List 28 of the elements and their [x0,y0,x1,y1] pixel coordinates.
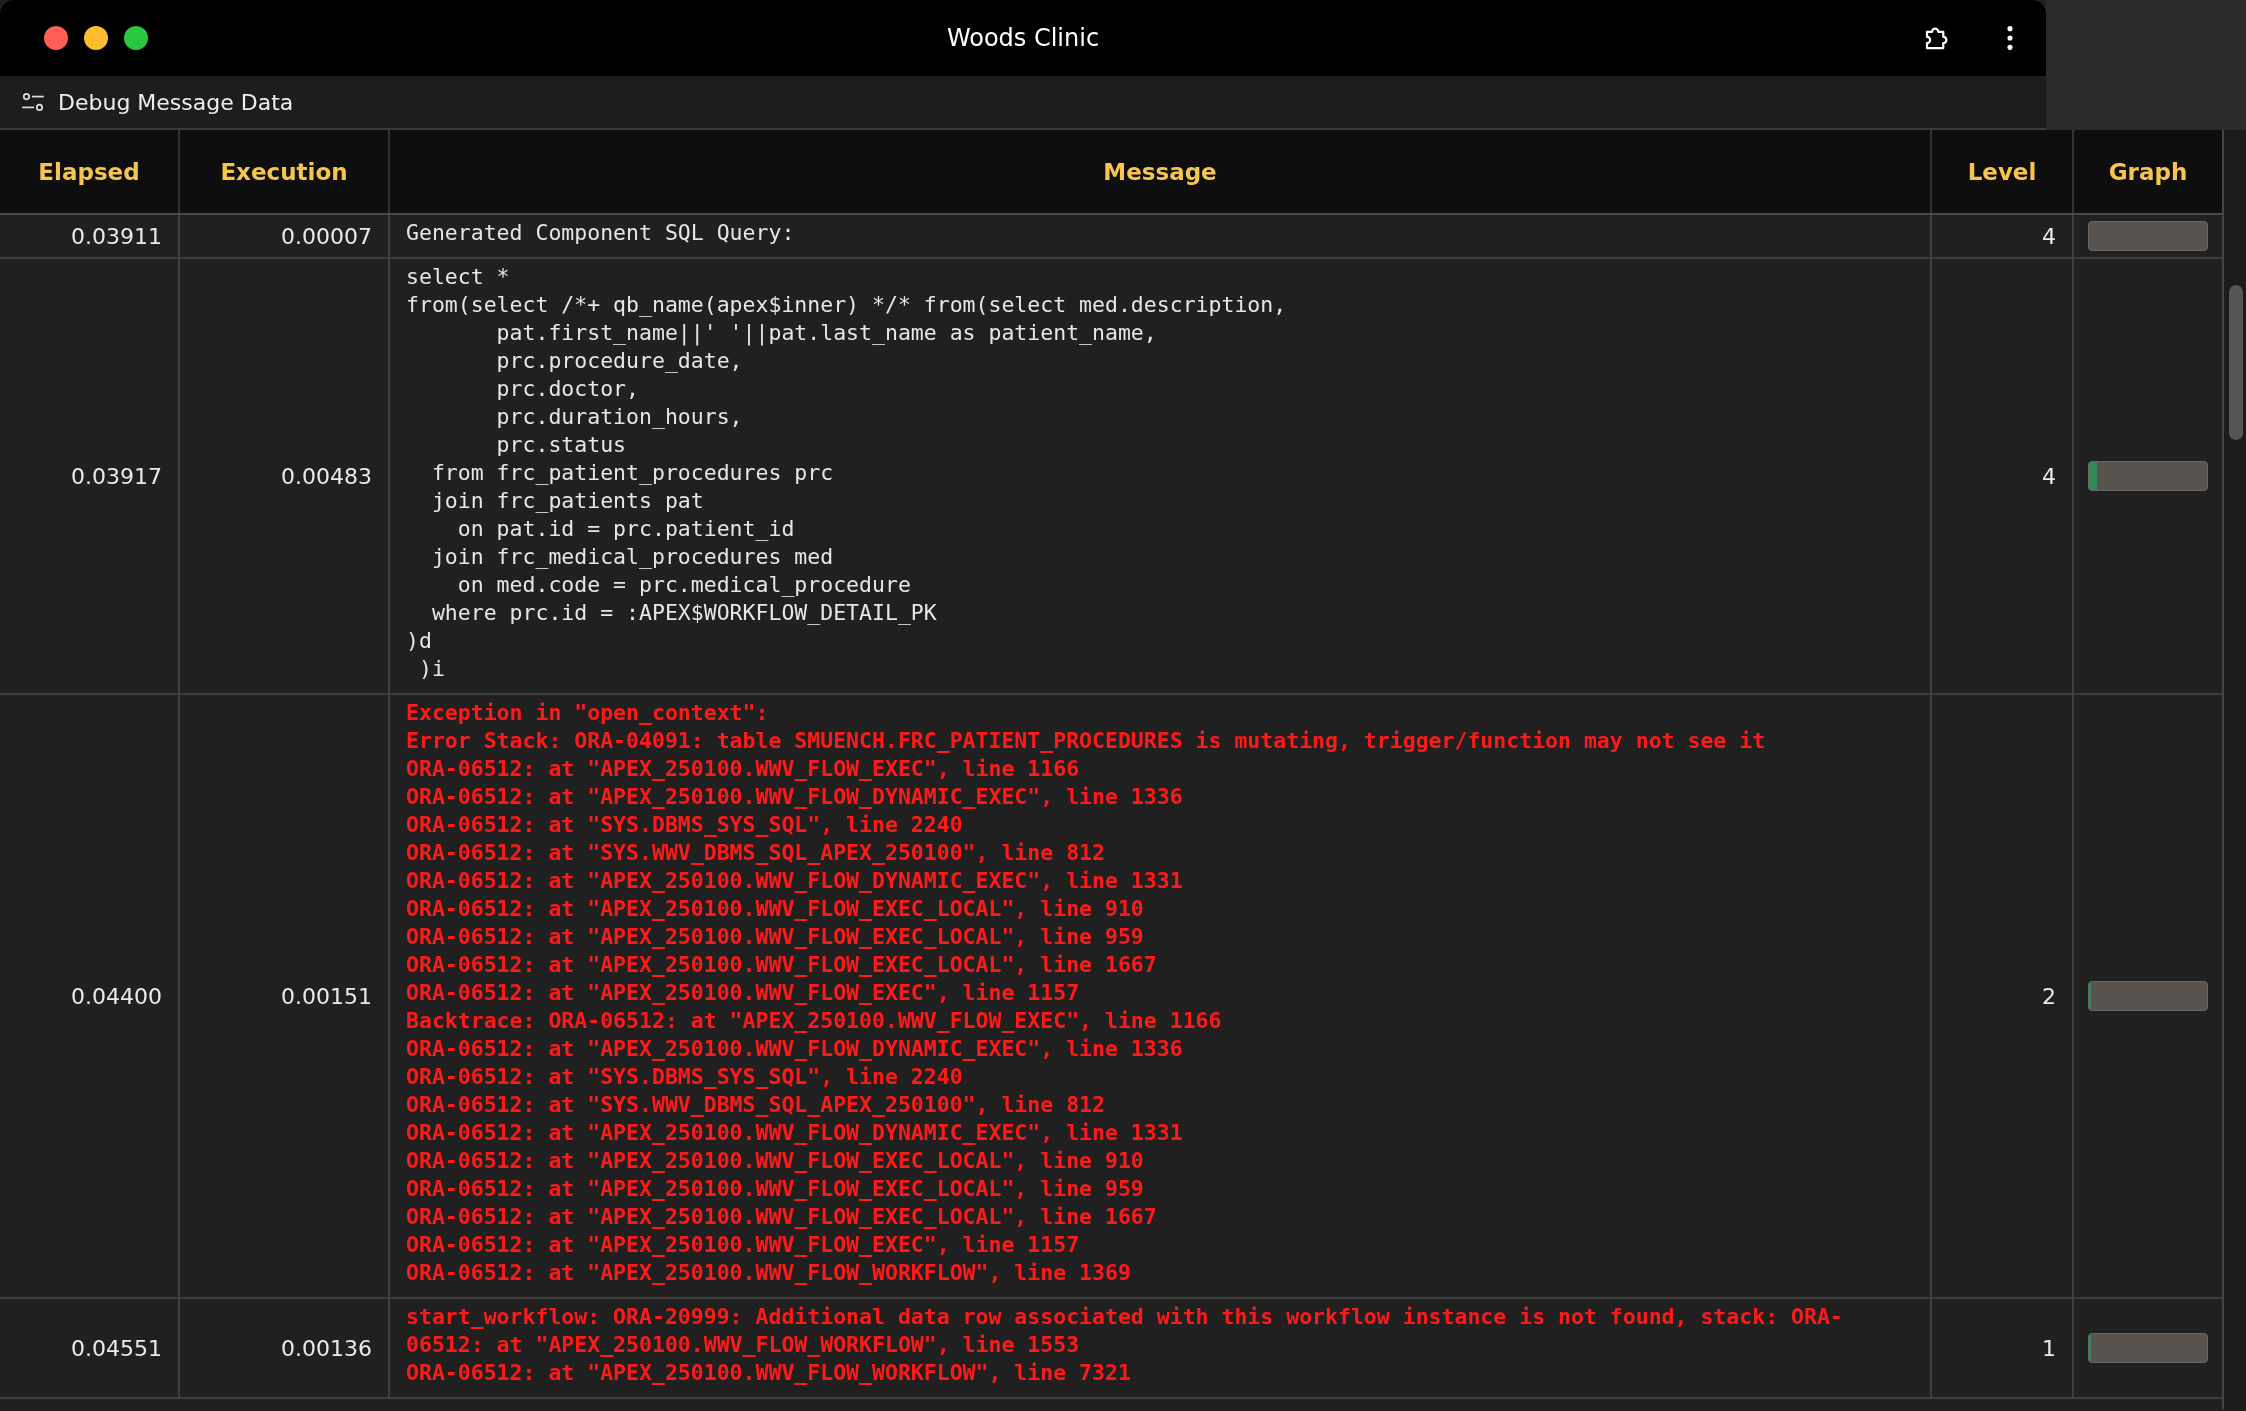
column-header: Execution [180,130,390,213]
log-message: Exception in "open_context": Error Stack: ORA-04091: table SMUENCH.FRC_PATIENT_PROCEDURES is mutating, trigger/function may not see it ORA-06512: at "APEX_250100.WWV_FLOW_EXEC", line 1166 ORA-06512: at "APEX_250100.WWV_FLOW_DYNAMIC_EXEC", line 1336 ORA-06512: at "SYS.DBMS_SYS_SQL", line 2240 ORA-06512: at "SYS.WWV_DBMS_SQL_APEX_250100", line 812 ORA-06512: at "APEX_250100.WWV_FLOW_DYNAMIC_EXEC", line 1331 ORA-06512: at "APEX_250100.WWV_FLOW_EXEC_LOCAL", line 910 ORA-06512: at "APEX_250100.WWV_FLOW_EXEC_LOCAL", line 959 ORA-06512: at "APEX_250100.WWV_FLOW_EXEC_LOCAL", line 1667 ORA-06512: at "APEX_250100.WWV_FLOW_EXEC", line 1157 Backtrace: ORA-06512: at "APEX_250100.WWV_FLOW_EXEC", line 1166 ORA-06512: at "APEX_250100.WWV_FLOW_DYNAMIC_EXEC", line 1336 ORA-06512: at "SYS.DBMS_SYS_SQL", line 2240 ORA-06512: at "SYS.WWV_DBMS_SQL_APEX_250100", line 812 ORA-06512: at "APEX_250100.WWV_FLOW_DYNAMIC_EXEC", line 1331 ORA-06512: at "APEX_250100.WWV_FLOW_EXEC_LOCAL", line 910 ORA-06512: at "APEX_250100.WWV_FLOW_EXEC_LOCAL", line 959 ORA-06512: at "APEX_250100.WWV_FLOW_EXEC_LOCAL", line 1667 ORA-06512: at "APEX_250100.WWV_FLOW_EXEC", line 1157 ORA-06512: at "APEX_250100.WWV_FLOW_WORKFLOW", line 1369 [406,699,1767,1287]
column-header: Level [1932,130,2074,213]
table-cell: 4 [1932,215,2074,257]
panel-title: Debug Message Data [58,89,294,115]
table-cell: 0.00007 [180,215,390,257]
more-icon[interactable] [2006,24,2014,52]
log-message: Generated Component SQL Query: [406,219,796,247]
table-cell: 0.03911 [0,215,180,257]
table-cell: 0.00136 [180,1299,390,1397]
table-cell: 0.00483 [180,259,390,693]
log-message: start_workflow: ORA-20999: Additional data row associated with this workflow instance is not found, stack: ORA- 06512: at "APEX_250100.WWV_FLOW_WORKFLOW", line 1553 ORA-06512: at "APEX_250100.WWV_FLOW_WORKFLOW", line 7321 [406,1303,1844,1387]
table-cell: 0.04400 [0,695,180,1297]
column-header: Elapsed [0,130,180,213]
log-message: select * from(select /*+ qb_name(apex$inner) */* from(select med.description, pat.first_name||' '||pat.last_name as patient_name, prc.procedure_date, prc.doctor, prc.duration_hours, prc.status from frc_patient_procedures prc join frc_patients pat on pat.id = prc.patient_id join frc_medical_procedures med on med.code = prc.medical_procedure where prc.id = :APEX$WORKFLOW_DETAIL_PK )d )i [406,263,1288,683]
table-cell: 4 [1932,259,2074,693]
table-cell: 0.04551 [0,1299,180,1397]
scrollbar-thumb[interactable] [2229,285,2243,440]
minimize-button[interactable] [84,26,108,50]
window-title: Woods Clinic [945,24,1101,52]
table-cell: 1 [1932,1299,2074,1397]
zoom-button[interactable] [124,26,148,50]
table-cell: 0.03917 [0,259,180,693]
table-cell: 2 [1932,695,2074,1297]
column-header: Message [390,130,1932,213]
close-button[interactable] [44,26,68,50]
column-header: Graph [2107,157,2189,187]
table-cell: 0.00151 [180,695,390,1297]
